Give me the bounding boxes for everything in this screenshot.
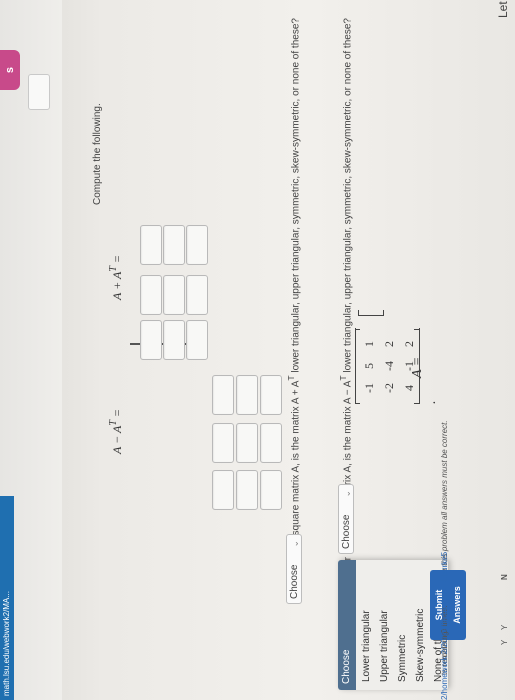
sum-answer-cell[interactable]: [186, 320, 208, 360]
question-2-tail: lower triangular, upper triangular, symm…: [342, 18, 354, 376]
matrix-cell: -1: [362, 383, 376, 393]
matrix-left-bracket: [358, 310, 384, 316]
tab-badge-text: s: [4, 66, 16, 74]
matrix-cell: -2: [382, 383, 396, 393]
dropdown-option-lower-triangular[interactable]: Lower triangular: [358, 560, 376, 690]
compute-instruction: Compute the following.: [92, 103, 103, 205]
matrix-cell: 5: [362, 363, 376, 369]
sum-answer-cell[interactable]: [163, 275, 185, 315]
sum-answer-cell[interactable]: [140, 275, 162, 315]
dropdown-option-skew-symmetric[interactable]: Skew-symmetric: [412, 560, 430, 690]
status-url-text: math.lsu.edu/webwork2/MA...: [2, 591, 11, 696]
sum-label: A + AT =: [108, 255, 125, 300]
sum-answer-cell[interactable]: [140, 225, 162, 265]
chevron-down-icon: ⌄: [290, 540, 300, 548]
chevron-down-icon: ⌄: [342, 490, 352, 498]
left-letter-y2: Y: [500, 639, 509, 645]
webwork-problem-page: s math.lsu.edu/webwork2/MA... Let A = 1 …: [0, 0, 515, 700]
matrix-cell: 4: [402, 385, 416, 391]
matrix-cell: 1: [362, 341, 376, 347]
diff-answer-cell[interactable]: [212, 375, 234, 415]
status-url-hint: 2/homework 2/20/?effectiveUser=bburke5: [440, 551, 449, 700]
sum-answer-cell[interactable]: [186, 275, 208, 315]
question-1-sup: T: [286, 375, 296, 381]
sum-answer-cell[interactable]: [163, 225, 185, 265]
browser-sidebar-strip: s math.lsu.edu/webwork2/MA...: [0, 0, 62, 700]
question-1-text: For any square matrix A, is the matrix A…: [286, 18, 301, 572]
problem-intro: Let: [496, 1, 510, 18]
dropdown-header[interactable]: Choose: [338, 560, 356, 690]
diff-answer-cell[interactable]: [236, 423, 258, 463]
diff-answer-cell[interactable]: [260, 470, 282, 510]
diff-answer-cell[interactable]: [260, 375, 282, 415]
matrix-bracket-top-tick-a: [355, 403, 360, 404]
sum-answer-cell[interactable]: [140, 320, 162, 360]
left-letter-y1: Y: [500, 624, 509, 630]
question-1-select-value: Choose: [289, 564, 300, 599]
question-1-tail: lower triangular, upper triangular, symm…: [290, 18, 302, 376]
matrix-cell: -1: [402, 361, 416, 371]
question-1-select[interactable]: Choose ⌄: [286, 534, 302, 604]
left-letter-n: N: [500, 574, 509, 580]
diff-answer-cell[interactable]: [236, 375, 258, 415]
diff-answer-cell[interactable]: [236, 470, 258, 510]
sidebar-toggle-button[interactable]: [28, 74, 50, 110]
matrix-bracket-bottom-tick-a: [414, 403, 419, 404]
sum-equals: =: [110, 255, 124, 264]
matrix-bracket-bottom: [419, 328, 420, 404]
diff-equals: =: [110, 409, 124, 418]
diff-label: A − AT =: [108, 409, 125, 454]
diff-answer-cell[interactable]: [212, 470, 234, 510]
matrix-cell: -4: [382, 361, 396, 371]
browser-tab-badge[interactable]: s: [0, 50, 20, 90]
status-url-bar: math.lsu.edu/webwork2/MA...: [0, 496, 14, 700]
matrix-cell: 2: [402, 341, 416, 347]
sum-label-text: A + A: [110, 271, 124, 300]
diff-transpose-sup: T: [108, 420, 119, 426]
diff-label-text: A − A: [110, 425, 124, 454]
dropdown-option-symmetric[interactable]: Symmetric: [394, 560, 412, 690]
diff-answer-cell[interactable]: [260, 423, 282, 463]
sum-answer-cell[interactable]: [186, 225, 208, 265]
screenshot-stage: s math.lsu.edu/webwork2/MA... Let A = 1 …: [0, 0, 515, 700]
matrix-end-period: .: [424, 400, 439, 405]
matrix-bracket-top-tick-b: [355, 329, 360, 330]
matrix-bracket-top: [355, 328, 356, 404]
matrix-bracket-bottom-tick-b: [414, 329, 419, 330]
matrix-cell: 2: [382, 341, 396, 347]
sum-answer-cell[interactable]: [163, 320, 185, 360]
question-2-sup: T: [338, 375, 348, 381]
question-2-select[interactable]: Choose ⌄: [338, 484, 354, 554]
sum-transpose-sup: T: [108, 266, 119, 272]
diff-answer-cell[interactable]: [212, 423, 234, 463]
dropdown-option-upper-triangular[interactable]: Upper triangular: [376, 560, 394, 690]
question-2-select-value: Choose: [341, 514, 352, 549]
